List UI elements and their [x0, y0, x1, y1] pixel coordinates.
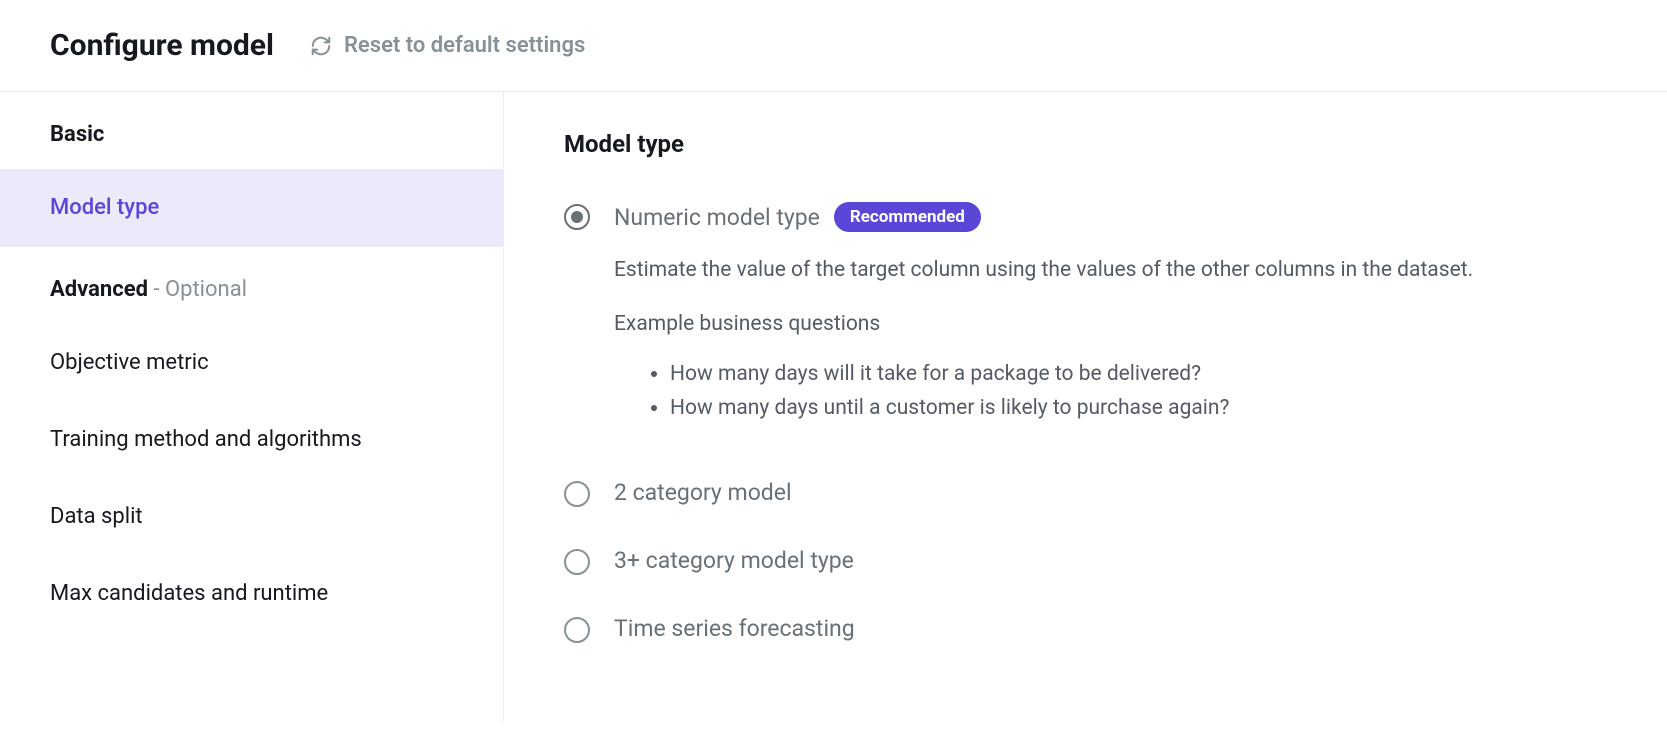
- example-item: How many days will it take for a package…: [670, 358, 1607, 392]
- main-layout: Basic Model type Advanced - Optional Obj…: [0, 92, 1667, 721]
- refresh-icon: [310, 35, 332, 57]
- radio-label: 2 category model: [614, 479, 792, 506]
- sidebar-item-label: Training method and algorithms: [50, 427, 362, 452]
- radio-label: 3+ category model type: [614, 547, 854, 574]
- radio-3plus-category[interactable]: [564, 549, 590, 575]
- example-item: How many days until a customer is likely…: [670, 392, 1607, 426]
- sidebar-item-objective-metric[interactable]: Objective metric: [0, 324, 503, 401]
- sidebar-item-training-method[interactable]: Training method and algorithms: [0, 401, 503, 478]
- radio-label: Numeric model type: [614, 204, 820, 231]
- sidebar: Basic Model type Advanced - Optional Obj…: [0, 92, 504, 721]
- model-type-option-2-category[interactable]: 2 category model: [564, 479, 1607, 507]
- model-type-option-time-series[interactable]: Time series forecasting: [564, 615, 1607, 643]
- sidebar-item-max-candidates[interactable]: Max candidates and runtime: [0, 555, 503, 632]
- page-header: Configure model Reset to default setting…: [0, 0, 1667, 92]
- model-type-option-numeric[interactable]: Numeric model type Recommended: [564, 202, 1607, 232]
- advanced-label: Advanced: [50, 277, 148, 302]
- radio-numeric[interactable]: [564, 204, 590, 230]
- radio-label: Time series forecasting: [614, 615, 855, 642]
- optional-suffix: - Optional: [148, 277, 247, 302]
- sidebar-item-model-type[interactable]: Model type: [0, 169, 503, 246]
- sidebar-item-label: Objective metric: [50, 350, 209, 375]
- sidebar-item-label: Max candidates and runtime: [50, 581, 328, 606]
- page-title: Configure model: [50, 28, 274, 63]
- sidebar-item-data-split[interactable]: Data split: [0, 478, 503, 555]
- sidebar-section-basic: Basic: [0, 92, 503, 169]
- reset-to-default-button[interactable]: Reset to default settings: [310, 33, 585, 58]
- examples-list: How many days will it take for a package…: [614, 358, 1607, 425]
- radio-2-category[interactable]: [564, 481, 590, 507]
- recommended-badge: Recommended: [834, 202, 981, 232]
- sidebar-section-advanced: Advanced - Optional: [0, 247, 503, 324]
- examples-heading: Example business questions: [614, 312, 1607, 336]
- radio-time-series[interactable]: [564, 617, 590, 643]
- reset-label: Reset to default settings: [344, 33, 585, 58]
- model-type-option-3plus-category[interactable]: 3+ category model type: [564, 547, 1607, 575]
- sidebar-item-label: Model type: [50, 195, 159, 220]
- section-title: Model type: [564, 130, 1607, 158]
- option-description: Estimate the value of the target column …: [614, 258, 1607, 282]
- radio-label-row: Numeric model type Recommended: [614, 202, 981, 232]
- sidebar-item-label: Data split: [50, 504, 143, 529]
- main-content: Model type Numeric model type Recommende…: [504, 92, 1667, 721]
- option-numeric-body: Estimate the value of the target column …: [614, 258, 1607, 425]
